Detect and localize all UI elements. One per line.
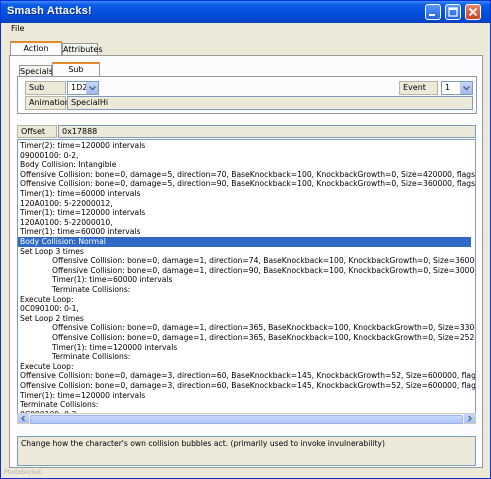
scroll-right-button[interactable]: [464, 414, 475, 423]
chevron-right-icon: [468, 415, 472, 422]
minimize-icon: [429, 14, 435, 16]
app-window: Smash Attacks! File Action Events Attrib…: [0, 0, 491, 479]
list-item[interactable]: Offensive Collision: bone=0, damage=1, d…: [18, 333, 475, 343]
menu-file[interactable]: File: [11, 24, 24, 33]
title-bar[interactable]: Smash Attacks!: [1, 1, 490, 23]
list-item[interactable]: Timer(2): time=120000 intervals: [18, 141, 145, 151]
list-item[interactable]: Offensive Collision: bone=0, damage=5, d…: [18, 170, 475, 180]
list-item[interactable]: Offensive Collision: bone=0, damage=3, d…: [18, 371, 475, 381]
list-item[interactable]: Offensive Collision: bone=0, damage=1, d…: [18, 256, 475, 266]
status-watermark: Photobucket: [4, 469, 42, 476]
list-item[interactable]: Offensive Collision: bone=0, damage=5, d…: [18, 179, 475, 189]
sub-action-value: 1D2: [71, 83, 88, 92]
horizontal-scrollbar[interactable]: [17, 413, 476, 424]
list-item[interactable]: Timer(1): time=120000 intervals: [18, 391, 145, 401]
list-item[interactable]: Body Collision: Normal: [18, 237, 471, 247]
list-item[interactable]: Terminate Collisions:: [18, 285, 130, 295]
animation-label: Animation: [25, 96, 70, 110]
event-list[interactable]: Timer(2): time=120000 intervals 09000100:…: [17, 139, 476, 423]
event-list-value: 1: [445, 83, 451, 92]
chevron-left-icon: [21, 415, 25, 422]
list-item[interactable]: Offensive Collision: bone=0, damage=3, d…: [18, 381, 475, 391]
list-item[interactable]: Set Loop 2 times: [18, 314, 84, 324]
list-item[interactable]: 0C090100: 0-1,: [18, 304, 79, 314]
maximize-button[interactable]: [445, 4, 461, 20]
list-item[interactable]: Timer(1): time=60000 intervals: [18, 189, 140, 199]
close-icon: [468, 7, 478, 17]
scrollbar-thumb[interactable]: [30, 415, 463, 424]
window-title: Smash Attacks!: [7, 5, 92, 17]
minimize-button[interactable]: [425, 4, 441, 20]
list-item[interactable]: Timer(1): time=60000 intervals: [18, 227, 140, 237]
chevron-down-icon[interactable]: [86, 82, 98, 94]
event-description: Change how the character's own collision…: [17, 436, 476, 466]
event-list-label: Event List: [399, 81, 438, 104]
list-item[interactable]: 120A0100: 5-22000012,: [18, 199, 113, 209]
chevron-down-icon[interactable]: [460, 82, 472, 94]
event-list-select[interactable]: 1: [441, 81, 473, 95]
tab-attributes[interactable]: Attributes: [62, 43, 103, 55]
list-item[interactable]: Execute Loop:: [18, 362, 74, 372]
sub-action-label: Sub Action: [25, 81, 66, 104]
offset-label: Offset: [17, 125, 57, 138]
list-item[interactable]: Body Collision: Intangible: [18, 160, 116, 170]
list-item[interactable]: 120A0100: 5-22000010,: [18, 218, 113, 228]
list-item[interactable]: Terminate Collisions:: [18, 400, 98, 410]
maximize-icon: [448, 7, 458, 17]
list-item[interactable]: Timer(1): time=120000 intervals: [18, 343, 177, 353]
list-item[interactable]: Terminate Collisions:: [18, 352, 130, 362]
sub-action-select[interactable]: 1D2: [67, 81, 99, 95]
list-item[interactable]: Set Loop 3 times: [18, 247, 84, 257]
list-item[interactable]: Timer(1): time=120000 intervals: [18, 208, 145, 218]
tab-action-events[interactable]: Action Events: [10, 41, 62, 65]
scroll-left-button[interactable]: [18, 414, 29, 423]
subtab-sub-actions[interactable]: Sub Actions: [52, 62, 100, 86]
menu-bar: File: [1, 23, 490, 37]
list-item[interactable]: Execute Loop:: [18, 295, 74, 305]
list-item[interactable]: Offensive Collision: bone=0, damage=1, d…: [18, 266, 475, 276]
list-item[interactable]: Timer(1): time=60000 intervals: [18, 275, 172, 285]
list-item[interactable]: 09000100: 0-2,: [18, 151, 78, 161]
close-button[interactable]: [465, 4, 481, 20]
animation-field[interactable]: SpecialHi: [67, 96, 473, 110]
list-item[interactable]: Offensive Collision: bone=0, damage=1, d…: [18, 323, 475, 333]
offset-field[interactable]: 0x17888: [58, 125, 476, 138]
